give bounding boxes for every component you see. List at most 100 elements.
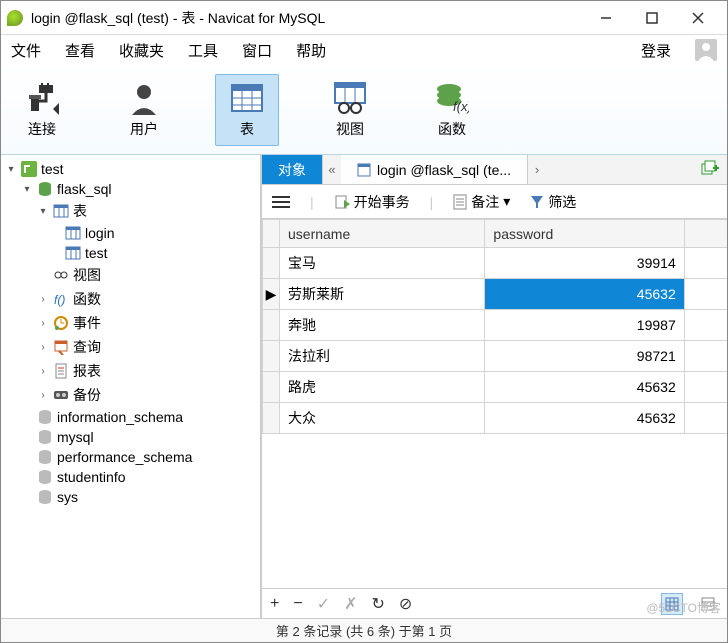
tool-user-label: 用户 — [130, 119, 158, 139]
close-button[interactable] — [675, 1, 721, 34]
cell-password[interactable]: 39914 — [485, 248, 684, 279]
memo-button[interactable]: 备注 ▾ — [453, 192, 510, 212]
tree-reports[interactable]: › 报表 — [1, 359, 260, 383]
main-panel: 对象 « login @flask_sql (te... › | 开始事务 | … — [261, 155, 727, 618]
chevron-right-icon[interactable]: › — [37, 366, 49, 377]
table-row[interactable]: 宝马39914 — [263, 248, 728, 279]
tree-functions[interactable]: › f() 函数 — [1, 287, 260, 311]
cell-password[interactable]: 45632 — [485, 372, 684, 403]
cell-username[interactable]: 大众 — [280, 403, 485, 434]
database-icon — [37, 429, 53, 445]
table-row[interactable]: 路虎45632 — [263, 372, 728, 403]
chevron-down-icon[interactable]: ▾ — [37, 206, 49, 217]
cell-username[interactable]: 奔驰 — [280, 310, 485, 341]
chevron-right-icon[interactable]: › — [37, 294, 49, 305]
window-title: login @flask_sql (test) - 表 - Navicat fo… — [31, 8, 583, 28]
cell-password[interactable]: 19987 — [485, 310, 684, 341]
user-avatar-icon[interactable] — [695, 39, 717, 61]
tool-connection[interactable]: 连接 — [11, 75, 73, 145]
delete-record-button[interactable]: − — [293, 595, 302, 613]
menu-view[interactable]: 查看 — [65, 40, 95, 61]
tree-database-closed[interactable]: ›performance_schema — [1, 447, 260, 467]
tab-objects[interactable]: 对象 — [262, 155, 323, 184]
connection-tree[interactable]: ▾ test ▾ flask_sql ▾ 表 login test 视图 › — [1, 155, 261, 618]
tool-table[interactable]: 表 — [215, 74, 279, 146]
refresh-button[interactable]: ↻ — [372, 594, 385, 614]
tree-views[interactable]: 视图 — [1, 263, 260, 287]
row-marker — [263, 310, 280, 341]
cell-password[interactable]: 45632 — [485, 279, 684, 310]
menu-help[interactable]: 帮助 — [296, 40, 326, 61]
menu-tools[interactable]: 工具 — [188, 40, 218, 61]
tree-events[interactable]: › 事件 — [1, 311, 260, 335]
tree-connection[interactable]: ▾ test — [1, 159, 260, 179]
tab-scroll-left[interactable]: « — [323, 162, 341, 177]
data-grid[interactable]: username password 宝马39914▶劳斯莱斯45632奔驰199… — [262, 219, 727, 588]
menubar: 文件 查看 收藏夹 工具 窗口 帮助 登录 — [1, 35, 727, 65]
tree-table-name: test — [85, 245, 108, 261]
cell-username[interactable]: 路虎 — [280, 372, 485, 403]
chevron-right-icon[interactable]: › — [37, 342, 49, 353]
add-record-button[interactable]: + — [270, 595, 279, 613]
tree-queries-label: 查询 — [73, 337, 101, 357]
dropdown-icon: ▾ — [503, 193, 510, 210]
tree-queries[interactable]: › 查询 — [1, 335, 260, 359]
maximize-button[interactable] — [629, 1, 675, 34]
tab-data[interactable]: login @flask_sql (te... — [341, 155, 528, 184]
tool-user[interactable]: 用户 — [113, 75, 175, 145]
table-row[interactable]: ▶劳斯莱斯45632 — [263, 279, 728, 310]
filter-button[interactable]: 筛选 — [530, 192, 576, 212]
tree-backups[interactable]: › 备份 — [1, 383, 260, 407]
tree-connection-label: test — [41, 161, 64, 177]
column-header-username[interactable]: username — [280, 220, 485, 248]
menu-file[interactable]: 文件 — [11, 40, 41, 61]
minimize-button[interactable] — [583, 1, 629, 34]
chevron-down-icon[interactable]: ▾ — [21, 184, 33, 195]
row-marker — [263, 403, 280, 434]
chevron-right-icon[interactable]: › — [37, 318, 49, 329]
tree-database-closed[interactable]: ›information_schema — [1, 407, 260, 427]
row-marker — [263, 341, 280, 372]
cell-password[interactable]: 98721 — [485, 341, 684, 372]
connection-icon — [21, 161, 37, 177]
stop-button[interactable]: ⊘ — [399, 594, 412, 614]
database-icon — [37, 409, 53, 425]
tree-database-closed[interactable]: ›sys — [1, 487, 260, 507]
user-icon — [127, 81, 161, 115]
menu-login[interactable]: 登录 — [641, 40, 671, 61]
tool-function-label: 函数 — [438, 119, 466, 139]
query-icon — [53, 339, 69, 355]
cell-password[interactable]: 45632 — [485, 403, 684, 434]
cancel-button[interactable]: ✗ — [344, 594, 357, 614]
tree-database[interactable]: ▾ flask_sql — [1, 179, 260, 199]
table-row[interactable]: 法拉利98721 — [263, 341, 728, 372]
apply-button[interactable]: ✓ — [317, 594, 330, 614]
tree-reports-label: 报表 — [73, 361, 101, 381]
tab-strip: 对象 « login @flask_sql (te... › — [262, 155, 727, 185]
column-header-password[interactable]: password — [485, 220, 684, 248]
status-bar: 第 2 条记录 (共 6 条) 于第 1 页 — [1, 618, 727, 642]
tree-database-label: information_schema — [57, 409, 183, 425]
cell-username[interactable]: 宝马 — [280, 248, 485, 279]
menu-icon[interactable] — [272, 195, 290, 209]
table-row[interactable]: 大众45632 — [263, 403, 728, 434]
tool-function[interactable]: f(x) 函数 — [421, 75, 483, 145]
tree-database-closed[interactable]: ›studentinfo — [1, 467, 260, 487]
cell-username[interactable]: 法拉利 — [280, 341, 485, 372]
tree-table-item[interactable]: test — [1, 243, 260, 263]
menu-window[interactable]: 窗口 — [242, 40, 272, 61]
chevron-down-icon[interactable]: ▾ — [5, 164, 17, 175]
tab-scroll-right[interactable]: › — [528, 162, 546, 177]
tree-database-closed[interactable]: ›mysql — [1, 427, 260, 447]
menu-favorites[interactable]: 收藏夹 — [119, 40, 164, 61]
tool-view[interactable]: 视图 — [319, 75, 381, 145]
tree-tables-folder[interactable]: ▾ 表 — [1, 199, 260, 223]
tree-table-item[interactable]: login — [1, 223, 260, 243]
new-tab-button[interactable] — [701, 159, 723, 181]
chevron-right-icon[interactable]: › — [37, 390, 49, 401]
status-text: 第 2 条记录 (共 6 条) 于第 1 页 — [276, 621, 452, 640]
cell-username[interactable]: 劳斯莱斯 — [280, 279, 485, 310]
table-row[interactable]: 奔驰19987 — [263, 310, 728, 341]
begin-transaction-button[interactable]: 开始事务 — [334, 192, 410, 212]
database-icon — [37, 181, 53, 197]
